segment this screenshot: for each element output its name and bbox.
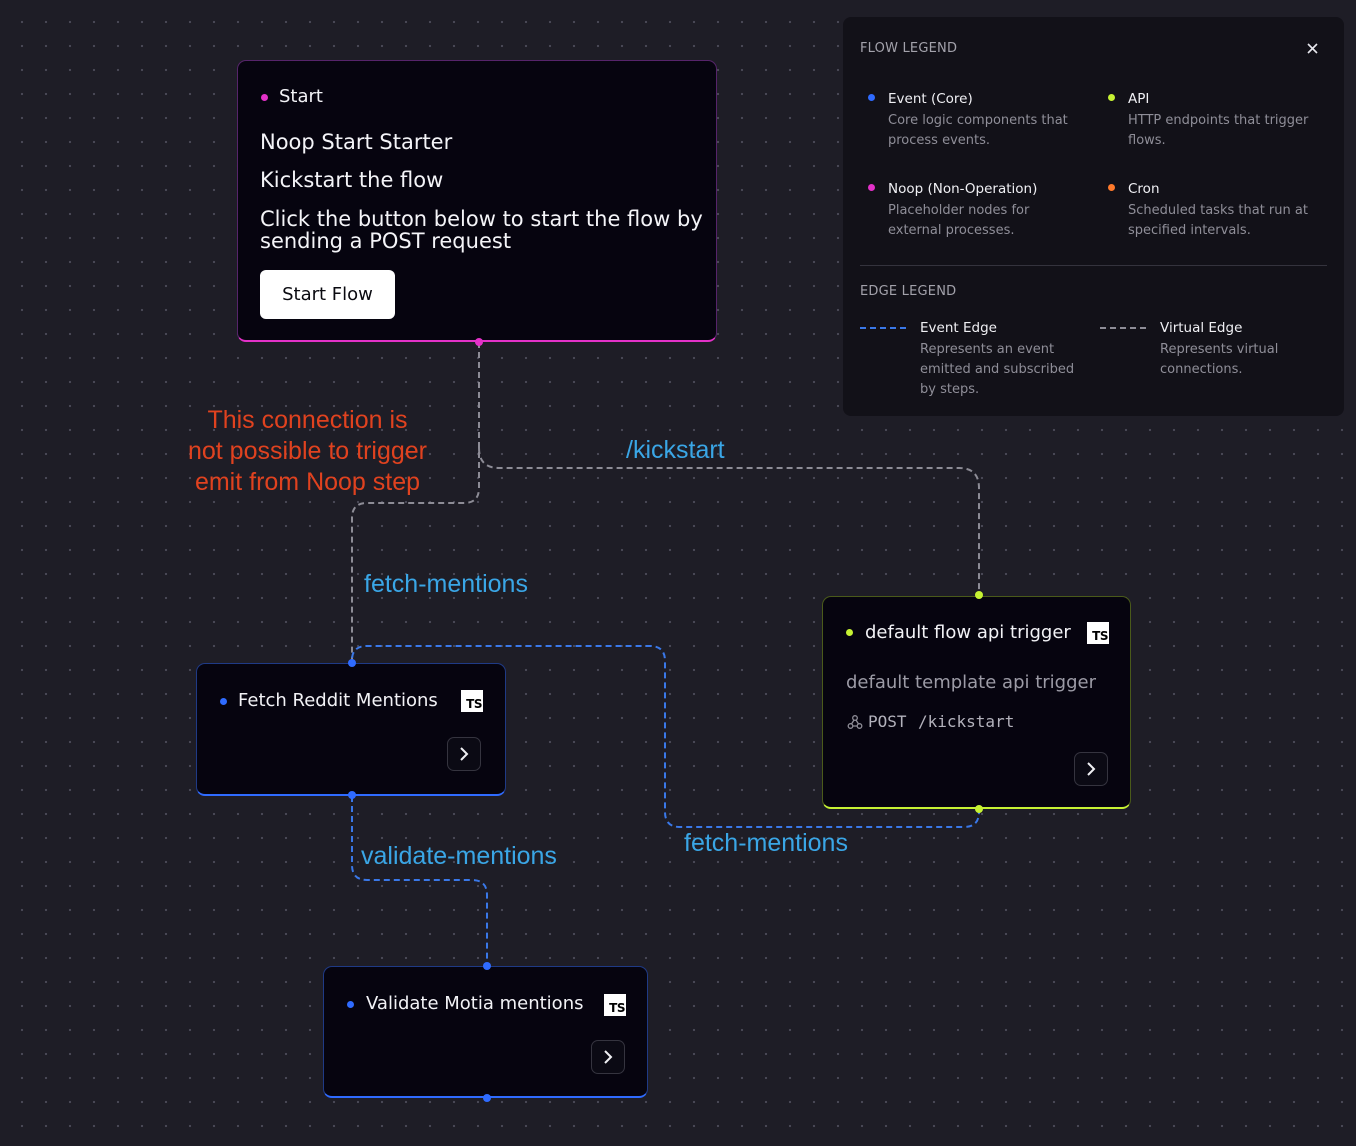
validate-node-output-handle[interactable]	[483, 1094, 491, 1102]
legend-cron-desc: Scheduled tasks that run at specified in…	[1128, 203, 1308, 238]
event-dot	[347, 1001, 354, 1008]
edge-label-fetch-mentions-virtual: fetch-mentions	[364, 570, 528, 598]
start-node-output-handle[interactable]	[475, 338, 483, 346]
legend-api-desc: HTTP endpoints that trigger flows.	[1128, 113, 1309, 148]
legend-event-title: Event (Core)	[888, 91, 973, 107]
start-node-title: Noop Start Starter	[260, 130, 453, 154]
start-node-type: Start	[279, 86, 323, 107]
api-dot	[1108, 94, 1115, 101]
chevron-right-icon	[460, 747, 469, 761]
noop-dot	[868, 184, 875, 191]
cron-dot	[1108, 184, 1115, 191]
fetch-node-output-handle[interactable]	[348, 791, 356, 799]
webhook-icon	[847, 715, 863, 729]
typescript-icon: TS	[604, 994, 626, 1016]
start-node[interactable]: Start Noop Start Starter Kickstart the f…	[237, 60, 717, 342]
event-dot	[220, 698, 227, 705]
virtual-edge-start-to-api	[478, 447, 980, 595]
api-node-description: default template api trigger	[846, 672, 1096, 693]
api-method: POST	[868, 712, 907, 731]
legend-divider	[860, 265, 1327, 266]
typescript-icon: TS	[461, 690, 483, 712]
legend-event-desc: Core logic components that process event…	[888, 113, 1068, 148]
api-trigger-node[interactable]: default flow api trigger TS default temp…	[822, 596, 1131, 809]
fetch-reddit-mentions-node[interactable]: Fetch Reddit Mentions TS	[196, 663, 506, 796]
validate-node-open-button[interactable]	[591, 1040, 625, 1074]
validate-node-title: Validate Motia mentions	[366, 993, 584, 1014]
legend-noop-title: Noop (Non-Operation)	[888, 181, 1038, 197]
api-node-input-handle[interactable]	[975, 591, 983, 599]
legend-noop-desc: Placeholder nodes for external processes…	[888, 203, 1030, 238]
event-edge-sample	[860, 327, 906, 329]
legend-event-edge-desc: Represents an event emitted and subscrib…	[920, 342, 1075, 397]
fetch-node-title: Fetch Reddit Mentions	[238, 690, 438, 711]
start-node-subtitle: Kickstart the flow	[260, 168, 444, 192]
validate-node-input-handle[interactable]	[483, 962, 491, 970]
legend-virtual-edge-desc: Represents virtual connections.	[1160, 342, 1279, 377]
noop-dot	[261, 94, 268, 101]
legend-close-button[interactable]	[1303, 39, 1321, 57]
chevron-right-icon	[604, 1050, 613, 1064]
legend-event-edge-title: Event Edge	[920, 320, 997, 336]
api-node-open-button[interactable]	[1074, 752, 1108, 786]
virtual-edge-sample	[1100, 327, 1146, 329]
edge-legend-heading: EDGE LEGEND	[860, 284, 957, 299]
api-dot	[846, 629, 853, 636]
validate-motia-mentions-node[interactable]: Validate Motia mentions TS	[323, 966, 648, 1098]
start-flow-button[interactable]: Start Flow	[260, 270, 395, 319]
event-edge-fetch-to-validate	[351, 796, 488, 966]
fetch-node-open-button[interactable]	[447, 737, 481, 771]
legend-api-title: API	[1128, 91, 1150, 107]
legend-cron-title: Cron	[1128, 181, 1160, 197]
api-node-title: default flow api trigger	[865, 622, 1071, 643]
close-icon	[1306, 42, 1318, 54]
annotation-note: This connection is not possible to trigg…	[187, 406, 428, 496]
legend-virtual-edge-title: Virtual Edge	[1160, 320, 1243, 336]
virtual-edge-start-to-fetch	[351, 342, 480, 662]
chevron-right-icon	[1087, 762, 1096, 776]
typescript-icon: TS	[1087, 622, 1109, 644]
flow-legend-heading: FLOW LEGEND	[860, 41, 958, 56]
edge-label-kickstart: /kickstart	[626, 436, 725, 464]
api-node-output-handle[interactable]	[975, 805, 983, 813]
edge-label-validate-mentions: validate-mentions	[361, 842, 557, 870]
event-dot	[868, 94, 875, 101]
api-path: /kickstart	[918, 712, 1015, 731]
fetch-node-input-handle[interactable]	[348, 659, 356, 667]
legend-panel: FLOW LEGEND Event (Core) Core logic comp…	[843, 17, 1344, 416]
edge-label-fetch-mentions-event: fetch-mentions	[684, 829, 848, 857]
start-node-description: Click the button below to start the flow…	[260, 207, 703, 253]
